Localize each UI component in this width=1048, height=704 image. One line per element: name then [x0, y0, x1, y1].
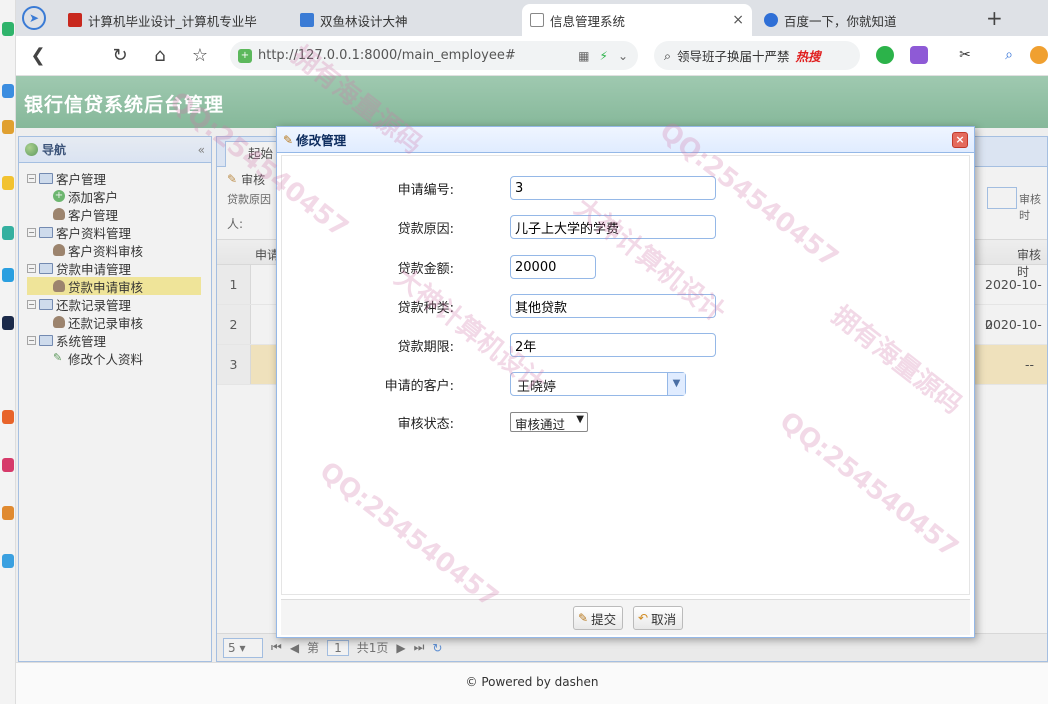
scissors-icon[interactable]: ✂ — [956, 46, 974, 64]
status-value: 审核通过 — [515, 417, 566, 432]
app-header: 银行信贷系统后台管理 — [16, 76, 1048, 128]
dialog-title: 修改管理 — [296, 133, 347, 148]
customer-combobox[interactable]: 王晓婷 ▼ — [510, 372, 686, 396]
edit-dialog: ✎ 修改管理 × 申请编号: 贷款原因: 贷款金额: 贷款种类: 贷款期限: 申… — [276, 126, 975, 638]
hot-search-badge[interactable]: 热搜 — [796, 46, 821, 65]
browser-tab-title: 计算机毕业设计_计算机专业毕 — [88, 13, 257, 29]
chevron-down-icon[interactable]: ⌄ — [618, 49, 628, 63]
tab-favicon-icon — [764, 13, 778, 27]
reason-input[interactable] — [510, 215, 716, 239]
reason-label: 贷款原因: — [397, 222, 454, 237]
os-dock — [0, 0, 16, 704]
search-ext-icon[interactable]: ⌕ — [1000, 46, 1018, 64]
status-select[interactable]: 审核通过 ▼ — [510, 412, 588, 432]
cancel-button[interactable]: ↶ 取消 — [633, 606, 684, 630]
edit-icon: ✎ — [578, 611, 589, 625]
submit-button[interactable]: ✎ 提交 — [573, 606, 624, 630]
amount-label: 贷款金额: — [397, 262, 454, 277]
dropdown-arrow-icon: ▼ — [576, 414, 584, 425]
address-bar[interactable]: + http://127.0.0.1:8000/main_employee# ▦… — [230, 41, 638, 70]
new-tab-button[interactable]: + — [986, 6, 1003, 30]
translate-icon[interactable] — [910, 46, 928, 64]
loan-type-label: 贷款种类: — [397, 301, 454, 316]
close-icon[interactable]: × — [952, 132, 968, 148]
customer-label: 申请的客户: — [384, 379, 454, 394]
extension-green-icon[interactable] — [876, 46, 894, 64]
term-label: 贷款期限: — [397, 340, 454, 355]
browser-toolbar: ❮ ↻ ⌂ ☆ + http://127.0.0.1:8000/main_emp… — [16, 36, 1048, 76]
term-input[interactable] — [510, 333, 716, 357]
customer-value: 王晓婷 — [517, 380, 557, 395]
back-icon[interactable]: ❮ — [26, 44, 50, 68]
profile-icon[interactable] — [1030, 46, 1048, 64]
status-label: 审核状态: — [397, 417, 454, 432]
chevron-down-icon[interactable]: ▼ — [667, 373, 685, 395]
lightning-icon[interactable]: ⚡ — [600, 49, 608, 63]
browser-tab-2[interactable]: 双鱼林设计大神 — [292, 4, 504, 36]
tab-favicon-icon — [68, 13, 82, 27]
search-icon: ⌕ — [664, 47, 672, 63]
dialog-form: 申请编号: 贷款原因: 贷款金额: 贷款种类: 贷款期限: 申请的客户: 王晓婷… — [281, 155, 970, 595]
apply-id-label: 申请编号: — [397, 183, 454, 198]
search-text[interactable]: 领导班子换届十严禁 — [677, 46, 790, 65]
amount-input[interactable] — [510, 255, 596, 279]
reload-icon[interactable]: ↻ — [108, 44, 132, 68]
app-title: 银行信贷系统后台管理 — [24, 94, 225, 116]
tab-favicon-icon — [530, 13, 544, 27]
browser-tab-3[interactable]: 信息管理系统 × — [522, 4, 752, 36]
browser-tab-4[interactable]: 百度一下，你就知道 — [756, 4, 966, 36]
search-box[interactable]: ⌕ 领导班子换届十严禁 热搜 — [654, 41, 860, 70]
tab-favicon-icon — [300, 13, 314, 27]
navigate-icon[interactable]: ➤ — [22, 6, 46, 30]
browser-tab-1[interactable]: 计算机毕业设计_计算机专业毕 — [60, 4, 272, 36]
bookmark-star-icon[interactable]: ☆ — [188, 44, 212, 68]
dialog-footer: ✎ 提交 ↶ 取消 — [281, 599, 970, 635]
secure-shield-icon: + — [238, 48, 252, 63]
footer: © Powered by dashen — [16, 662, 1048, 704]
browser-tab-title: 双鱼林设计大神 — [320, 13, 408, 29]
cancel-label: 取消 — [651, 611, 677, 627]
dialog-header: ✎ 修改管理 — [277, 127, 974, 153]
apply-id-input[interactable] — [510, 176, 716, 200]
close-tab-icon[interactable]: × — [732, 12, 744, 28]
loan-type-input[interactable] — [510, 294, 716, 318]
home-icon[interactable]: ⌂ — [148, 44, 172, 68]
pencil-icon: ✎ — [283, 132, 294, 147]
browser-tab-title: 百度一下，你就知道 — [784, 13, 897, 29]
browser-tab-title: 信息管理系统 — [550, 13, 626, 29]
browser-tab-bar: ➤ 计算机毕业设计_计算机专业毕 双鱼林设计大神 信息管理系统 × 百度一下，你… — [16, 0, 1048, 36]
qr-icon[interactable]: ▦ — [578, 49, 589, 63]
submit-label: 提交 — [591, 611, 617, 627]
url-text[interactable]: http://127.0.0.1:8000/main_employee# — [258, 48, 516, 63]
undo-icon: ↶ — [638, 611, 649, 625]
